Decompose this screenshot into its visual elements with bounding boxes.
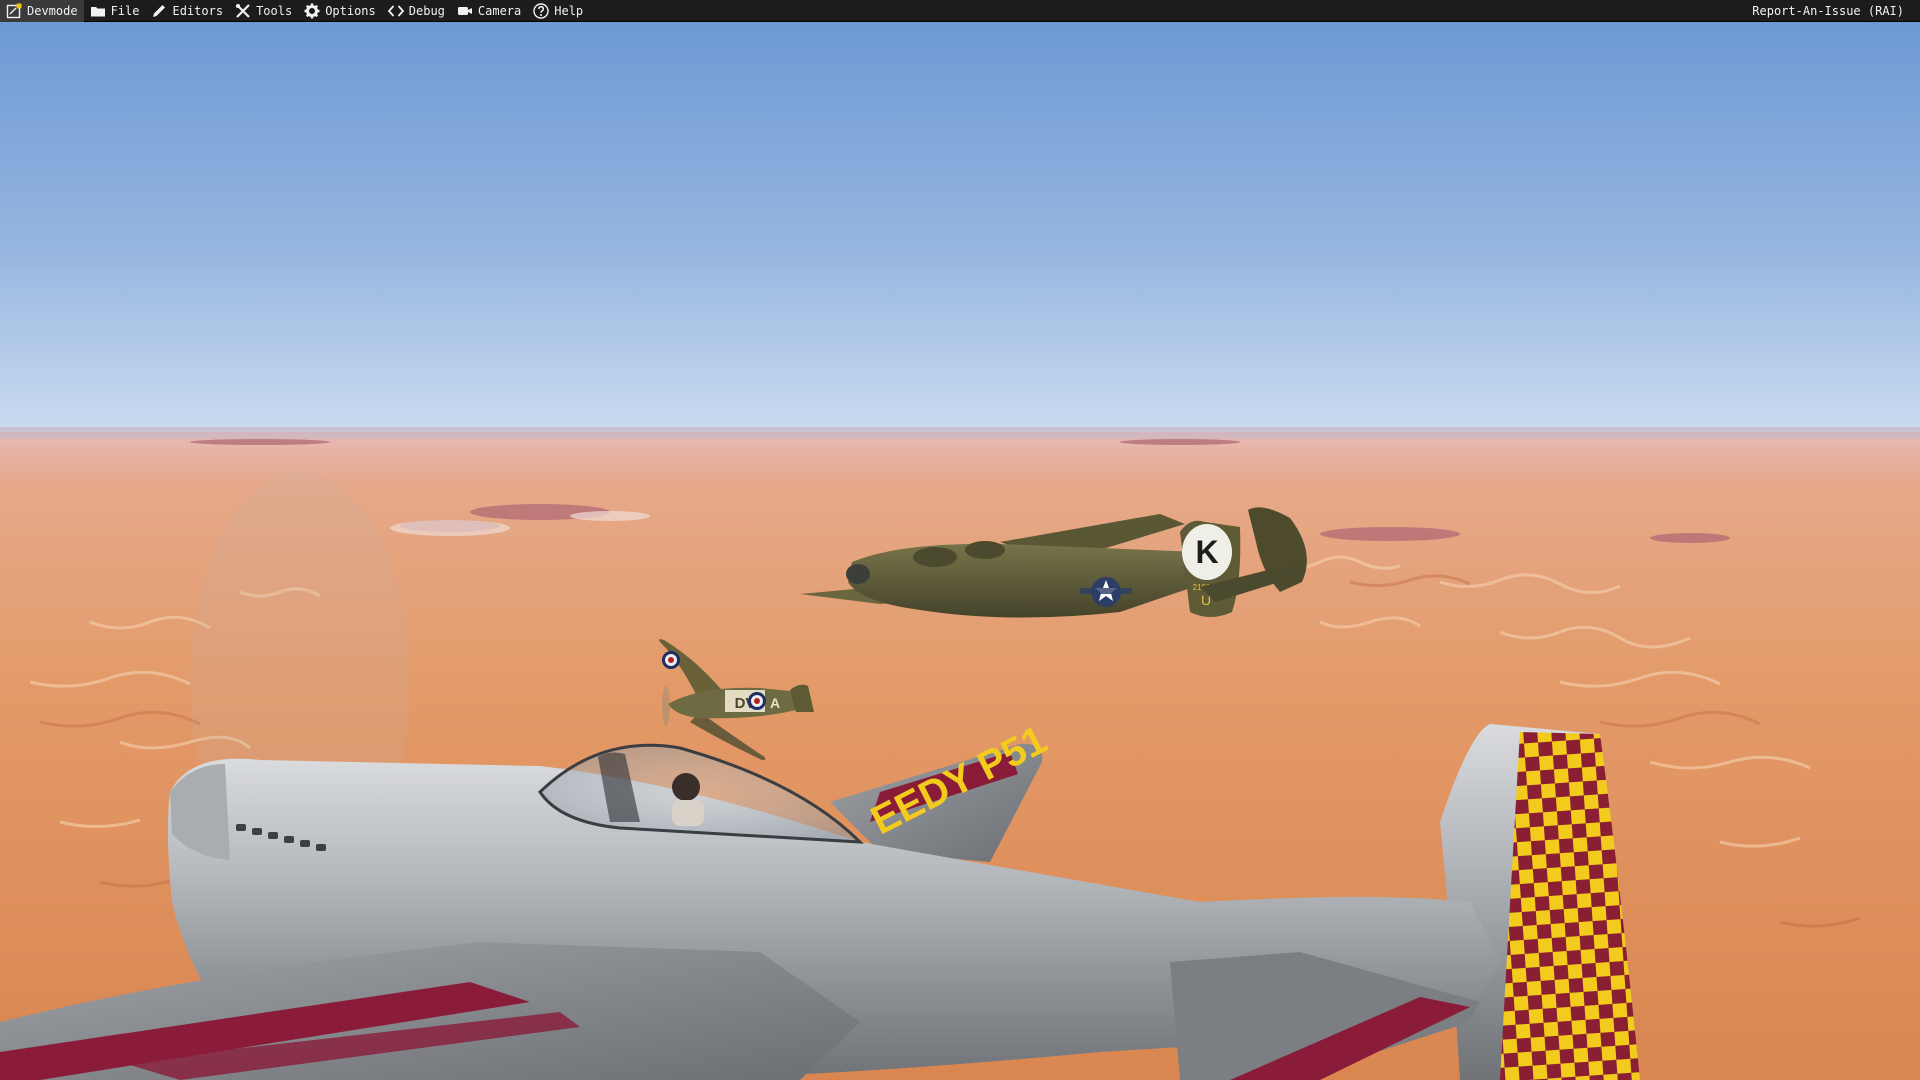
- gear-icon: [304, 3, 320, 19]
- menu-file-label: File: [110, 3, 140, 18]
- menu-tools-label: Tools: [256, 3, 293, 18]
- menu-help[interactable]: Help: [527, 0, 589, 22]
- menu-debug[interactable]: Debug: [382, 0, 451, 22]
- menu-editors-label: Editors: [172, 3, 224, 18]
- spitfire-code-letter: A: [770, 695, 780, 711]
- folder-icon: [90, 3, 106, 19]
- tools-icon: [235, 3, 251, 19]
- scene-render: K 210141 U DV A: [0, 22, 1920, 1080]
- menu-tools[interactable]: Tools: [229, 0, 298, 22]
- menu-editors[interactable]: Editors: [145, 0, 229, 22]
- menu-help-label: Help: [554, 3, 584, 18]
- sim-viewport[interactable]: K 210141 U DV A: [0, 22, 1920, 1080]
- menu-camera-label: Camera: [477, 3, 522, 18]
- menu-options-label: Options: [325, 3, 376, 18]
- menu-devmode-label: Devmode: [27, 3, 78, 18]
- menu-camera[interactable]: Camera: [451, 0, 527, 22]
- dev-menu-bar: Devmode File Editors Tools Options Debug: [0, 0, 1920, 22]
- menu-devmode[interactable]: Devmode: [0, 0, 84, 22]
- help-icon: [533, 2, 549, 19]
- bomber-code-letter: K: [1195, 534, 1218, 570]
- menu-options[interactable]: Options: [298, 0, 382, 22]
- pencil-icon: [151, 3, 167, 19]
- report-an-issue-label: Report-An-Issue (RAI): [1752, 3, 1904, 18]
- menu-debug-label: Debug: [408, 3, 445, 18]
- devmode-icon: [6, 3, 22, 19]
- sky: [0, 22, 1920, 437]
- report-an-issue-button[interactable]: Report-An-Issue (RAI): [1746, 0, 1920, 22]
- menu-file[interactable]: File: [84, 0, 146, 22]
- camera-icon: [457, 3, 473, 19]
- code-icon: [387, 3, 404, 19]
